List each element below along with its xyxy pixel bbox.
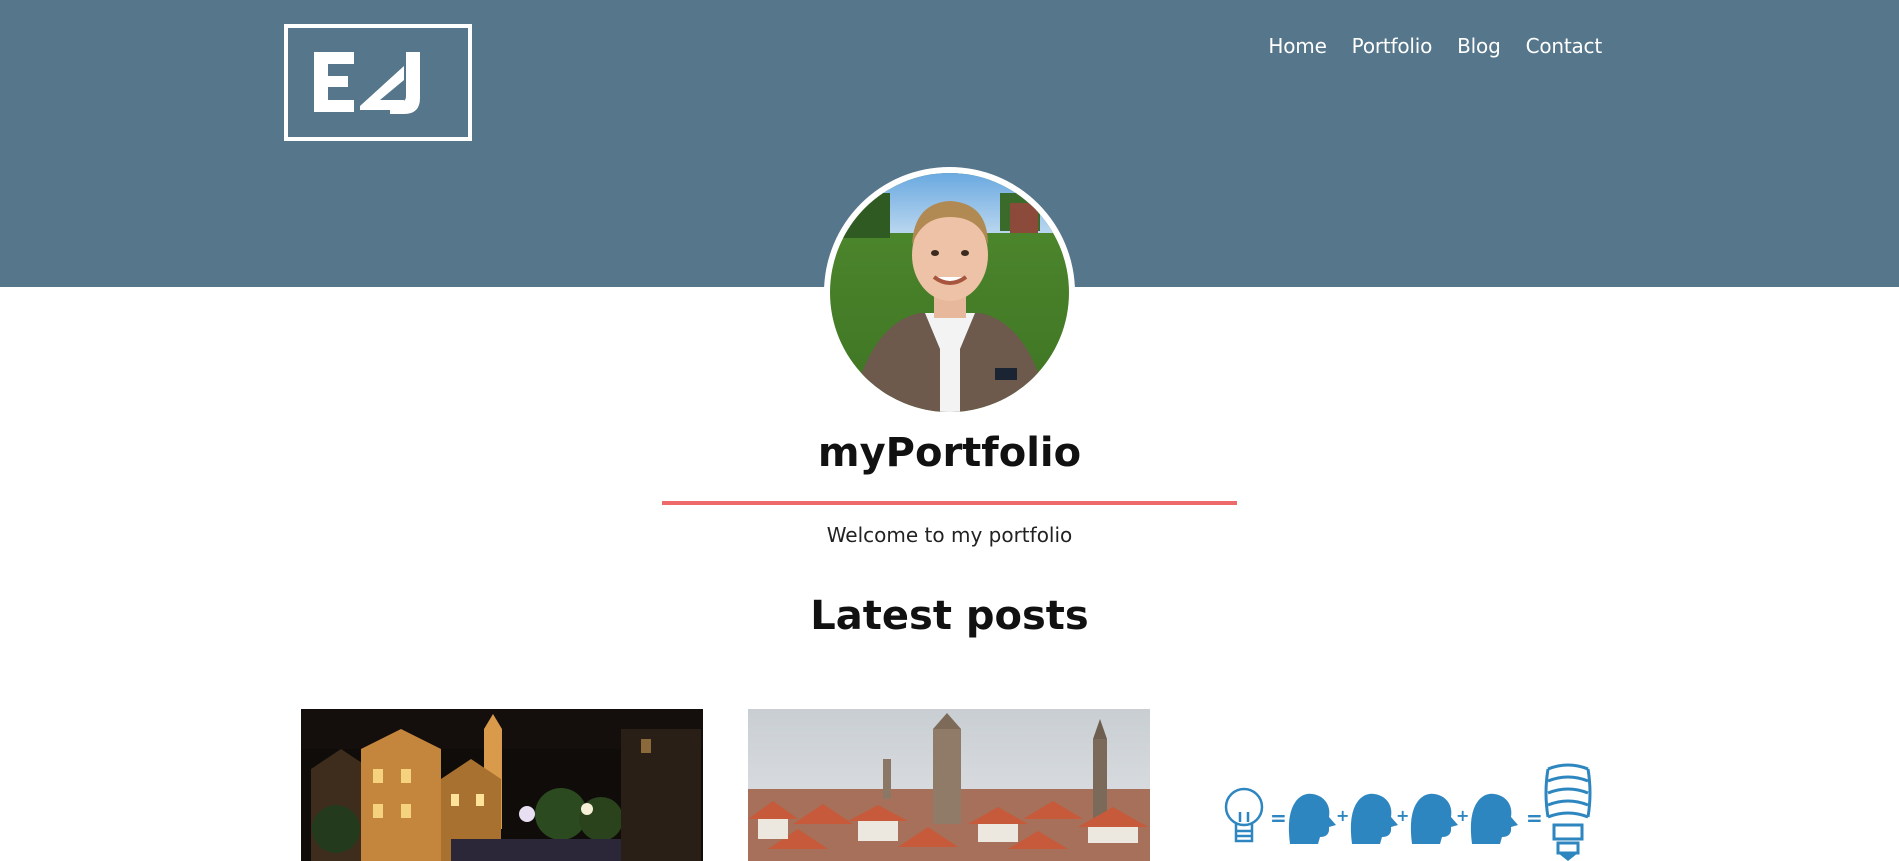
svg-text:=: = [1526, 806, 1543, 830]
main-nav: Home Portfolio Blog Contact [1268, 34, 1602, 58]
nav-blog[interactable]: Blog [1457, 34, 1501, 58]
page: Home Portfolio Blog Contact myPortfolio … [0, 0, 1899, 861]
nav-home[interactable]: Home [1268, 34, 1326, 58]
post-card-1[interactable] [301, 709, 703, 861]
latest-posts-heading: Latest posts [810, 593, 1089, 639]
site-logo[interactable] [284, 24, 472, 141]
svg-text:+: + [1456, 806, 1469, 825]
page-subtitle: Welcome to my portfolio [826, 523, 1073, 547]
idea-teamwork-infographic: = + + + = [1196, 709, 1598, 861]
svg-text:=: = [1270, 806, 1287, 830]
night-canal-photo [301, 709, 703, 861]
post-card-3[interactable]: = + + + = [1196, 709, 1598, 861]
profile-avatar [824, 167, 1075, 418]
post-card-2[interactable] [748, 709, 1150, 861]
svg-text:+: + [1336, 806, 1349, 825]
nav-contact[interactable]: Contact [1526, 34, 1603, 58]
page-title: myPortfolio [817, 430, 1082, 476]
svg-text:+: + [1396, 806, 1409, 825]
city-rooftops-photo [748, 709, 1150, 861]
nav-portfolio[interactable]: Portfolio [1352, 34, 1433, 58]
title-underline [662, 501, 1237, 505]
logo-mark-icon [314, 52, 420, 114]
profile-photo [830, 173, 1069, 412]
